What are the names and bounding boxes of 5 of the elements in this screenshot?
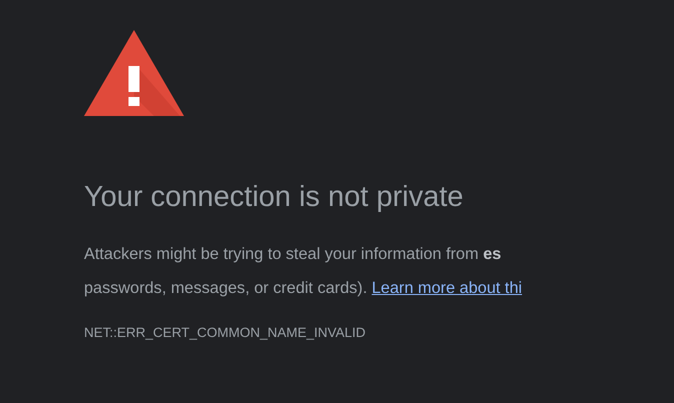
warning-paragraph: Attackers might be trying to steal your information from es passwords, messages, or credit cards). Learn more about thi	[84, 244, 523, 299]
warning-icon	[84, 30, 184, 116]
error-code: NET::ERR_CERT_COMMON_NAME_INVALID	[84, 324, 367, 342]
page-heading: Your connection is not private	[84, 180, 464, 215]
learn-more-link[interactable]: Learn more about thi	[372, 278, 522, 297]
